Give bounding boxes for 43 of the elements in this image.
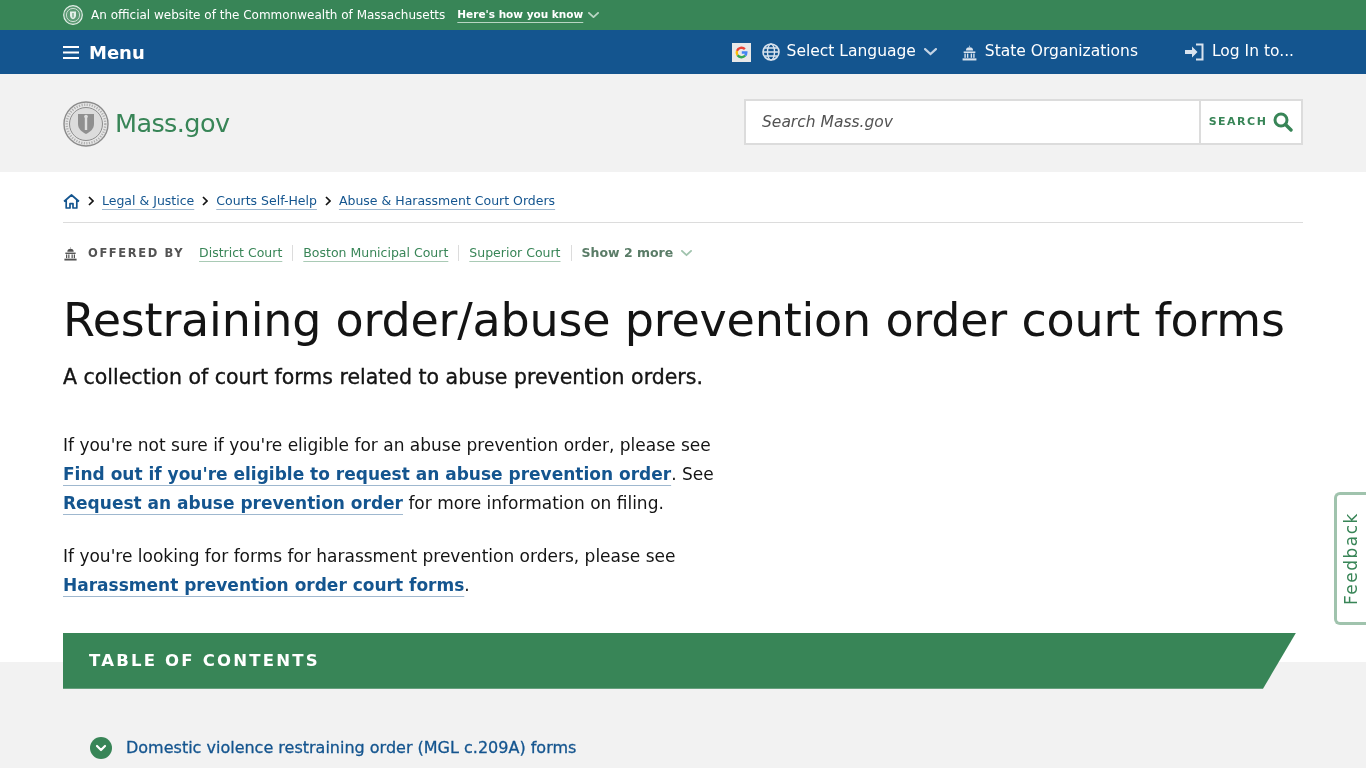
building-icon [63,245,78,261]
breadcrumb-link[interactable]: Abuse & Harassment Court Orders [338,191,556,211]
organization-link[interactable]: Boston Municipal Court [303,244,449,263]
organization-link[interactable]: Superior Court [469,244,561,263]
sign-in-icon [1184,43,1205,61]
chevron-right-icon [88,196,94,206]
breadcrumb-link[interactable]: Courts Self-Help [216,191,317,211]
menu-icon [63,45,79,59]
log-in-button[interactable]: Log In to... [1184,40,1294,64]
offered-by-label: OFFERED BY [88,244,185,262]
chevron-down-icon [588,11,600,19]
state-organizations-button[interactable]: State Organizations [960,40,1138,64]
language-select[interactable]: Select Language [761,40,937,64]
site-logo-text[interactable]: Mass.gov [115,104,230,143]
building-icon [960,43,978,61]
organization-link[interactable]: District Court [199,244,283,263]
search-icon [1273,112,1294,132]
chevron-down-icon [681,250,693,257]
g-logo-icon [731,42,751,62]
chevron-down-icon [923,48,937,56]
paragraph-text: If you're looking for forms for harassment prevention orders, please see Harassment prevention order court forms. [63,544,677,597]
menu-button[interactable]: Menu [63,38,145,66]
how-you-know-link[interactable]: Here's how you know [457,7,600,23]
home-icon[interactable] [63,193,80,209]
inline-link[interactable]: Find out if you're eligible to request an abuse prevention order [63,463,672,484]
page-subtitle: A collection of court forms related to abuse prevention orders. [63,363,704,391]
seal-icon [63,5,83,25]
table-of-contents-title: TABLE OF CONTENTS [89,650,320,671]
search-button[interactable]: SEARCH [1199,99,1303,145]
page-title: Restraining order/abuse prevention order court forms [63,292,1286,348]
inline-link[interactable]: Request an abuse prevention order [63,492,403,513]
contents-item[interactable]: Domestic violence restraining order (MGL c.209A) forms [90,735,577,760]
search-field[interactable]: Search Mass.gov [744,99,1199,145]
chevron-right-icon [202,196,209,206]
seal-logo-icon [63,100,109,147]
feedback-tab[interactable]: Feedback [1334,492,1366,625]
show-more-button[interactable]: Show 2 more [581,244,693,263]
chevron-right-icon [324,196,331,206]
paragraph-text: If you're not sure if you're eligible for an abuse prevention order, please see Find out if you're eligible to request an abuse prevention order. See Request an abuse prevention order for more information on filing. [63,433,715,515]
breadcrumb-link[interactable]: Legal & Justice [102,191,195,211]
banner-text: An official website of the Commonwealth of Massachusetts [91,7,446,24]
globe-icon [761,43,780,61]
inline-link[interactable]: Harassment prevention order court forms [63,574,465,595]
